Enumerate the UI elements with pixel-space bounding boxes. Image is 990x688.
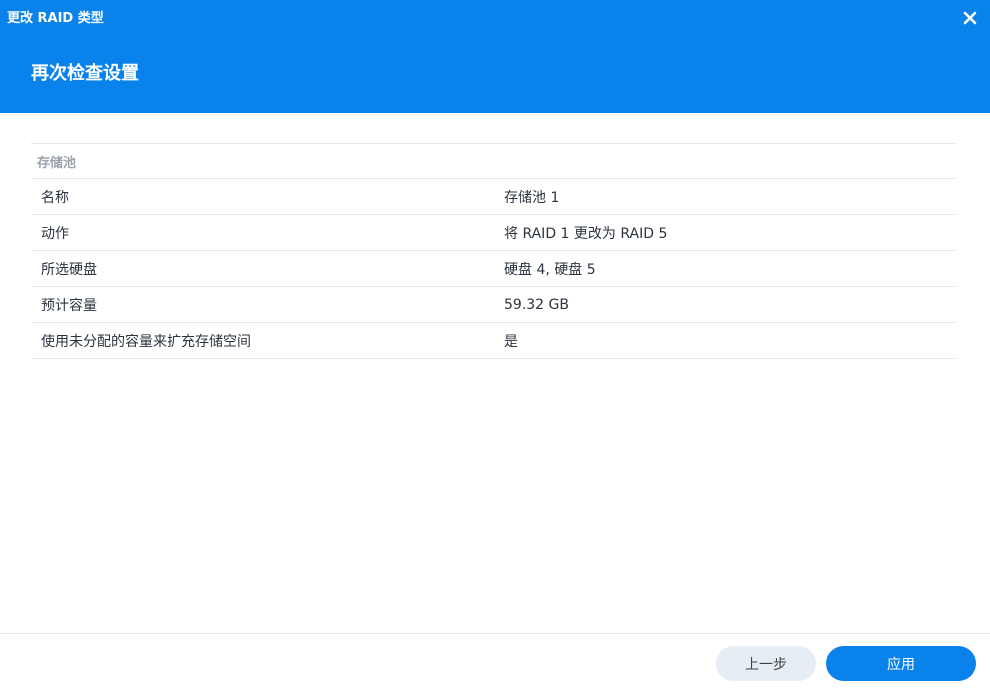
- summary-row-name: 名称 存储池 1: [31, 179, 956, 215]
- apply-button[interactable]: 应用: [826, 646, 976, 681]
- summary-row-estimated-capacity: 预计容量 59.32 GB: [31, 287, 956, 323]
- change-raid-type-dialog: 更改 RAID 类型 再次检查设置 存储池 名称 存储池 1 动作 将 RAID…: [0, 0, 990, 688]
- row-value: 存储池 1: [504, 189, 560, 206]
- row-label: 名称: [41, 189, 69, 206]
- section-header: 存储池: [31, 143, 956, 179]
- summary-row-selected-drives: 所选硬盘 硬盘 4, 硬盘 5: [31, 251, 956, 287]
- footer-divider: [0, 633, 990, 634]
- close-icon: [963, 11, 977, 25]
- close-button[interactable]: [960, 8, 980, 28]
- summary-row-action: 动作 将 RAID 1 更改为 RAID 5: [31, 215, 956, 251]
- row-label: 动作: [41, 225, 69, 242]
- row-value: 是: [504, 333, 518, 350]
- row-label: 使用未分配的容量来扩充存储空间: [41, 333, 251, 350]
- summary-row-expand-unallocated: 使用未分配的容量来扩充存储空间 是: [31, 323, 956, 359]
- row-value: 59.32 GB: [504, 296, 569, 313]
- back-button[interactable]: 上一步: [716, 646, 816, 681]
- dialog-header: 更改 RAID 类型 再次检查设置: [0, 0, 990, 113]
- row-value: 硬盘 4, 硬盘 5: [504, 261, 596, 278]
- summary-table: 存储池 名称 存储池 1 动作 将 RAID 1 更改为 RAID 5 所选硬盘…: [31, 143, 956, 359]
- row-value: 将 RAID 1 更改为 RAID 5: [504, 225, 668, 242]
- window-title: 更改 RAID 类型: [7, 11, 104, 26]
- row-label: 预计容量: [41, 297, 97, 314]
- step-title: 再次检查设置: [31, 63, 139, 84]
- row-label: 所选硬盘: [41, 261, 97, 278]
